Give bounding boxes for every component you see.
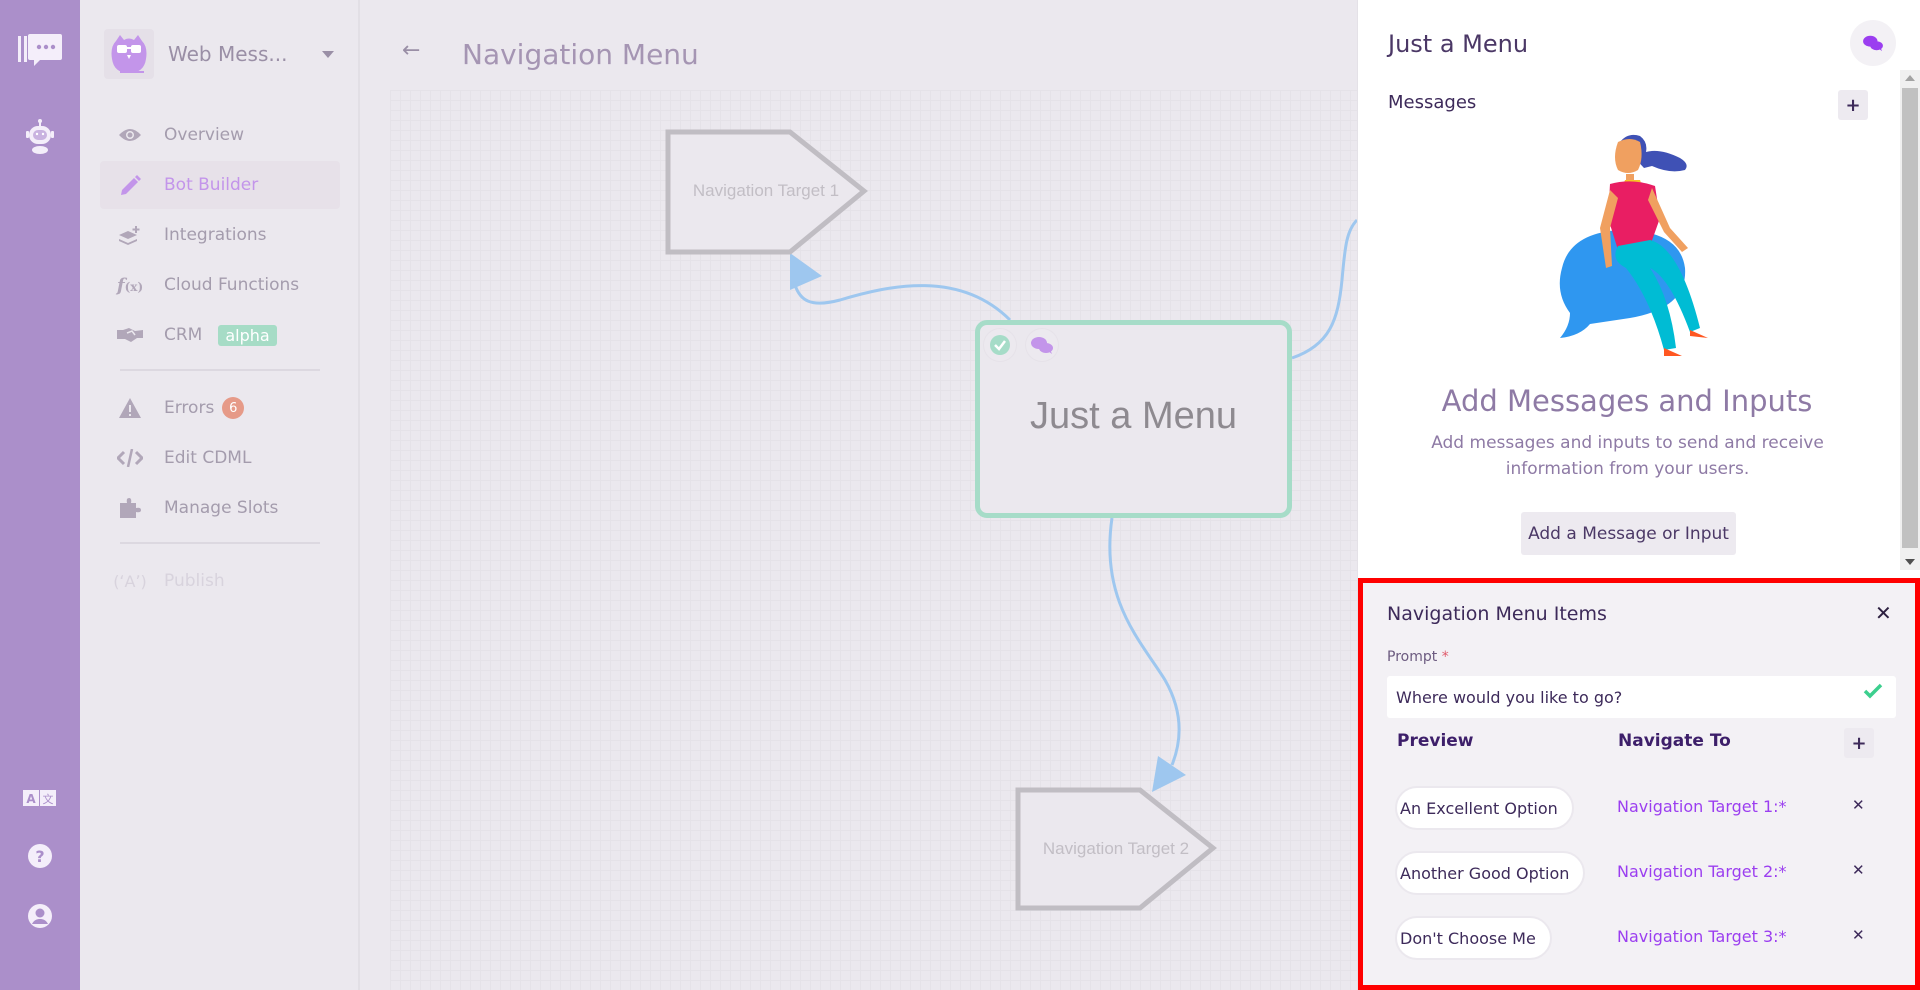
panel-title: Just a Menu	[1388, 30, 1529, 58]
sidebar-item-overview[interactable]: Overview	[100, 111, 340, 159]
delete-row-icon[interactable]: ✕	[1852, 861, 1865, 879]
delete-row-icon[interactable]: ✕	[1852, 926, 1865, 944]
back-arrow-icon[interactable]: ←	[402, 38, 420, 63]
broadcast-icon: (ʻAʼ)	[113, 571, 147, 591]
add-message-plus-button[interactable]: +	[1838, 90, 1868, 120]
delete-row-icon[interactable]: ✕	[1852, 796, 1865, 814]
errors-count-badge: 6	[222, 397, 245, 419]
sidebar-item-errors[interactable]: Errors 6	[100, 384, 340, 432]
sidebar-item-bot-builder[interactable]: Bot Builder	[100, 161, 340, 209]
valid-checkmark-icon	[1863, 683, 1883, 703]
nav-items-title: Navigation Menu Items	[1387, 603, 1607, 625]
sidebar-item-crm[interactable]: CRM alpha	[100, 311, 340, 359]
node-title: Just a Menu	[1030, 395, 1237, 437]
scroll-down-arrow-icon[interactable]	[1905, 559, 1915, 565]
navigate-target-link[interactable]: Navigation Target 1:*	[1617, 797, 1787, 816]
empty-state-title: Add Messages and Inputs	[1441, 384, 1813, 418]
messages-section-label: Messages	[1388, 92, 1477, 113]
sidebar-item-integrations[interactable]: Integrations	[100, 211, 340, 259]
navigate-target-link[interactable]: Navigation Target 2:*	[1617, 862, 1787, 881]
bot-name: Web Mess...	[168, 42, 288, 66]
chat-preview-button[interactable]	[1850, 20, 1896, 66]
sidebar-item-publish[interactable]: (ʻAʼ) Publish	[100, 557, 340, 605]
sidebar-divider	[120, 369, 320, 371]
chevron-down-icon[interactable]	[322, 50, 334, 58]
chat-logo-icon[interactable]	[0, 28, 80, 72]
woman-on-chat-bubble-illustration	[1559, 134, 1708, 356]
sidebar-item-edit-cdml[interactable]: Edit CDML	[100, 434, 340, 482]
svg-text:?: ?	[35, 847, 44, 866]
add-nav-item-button[interactable]: +	[1844, 728, 1874, 758]
add-message-or-input-button[interactable]: Add a Message or Input	[1521, 512, 1736, 555]
flow-canvas[interactable]	[390, 90, 1357, 990]
sidebar-item-manage-slots[interactable]: Manage Slots	[100, 484, 340, 532]
required-marker: *	[1441, 649, 1449, 665]
nav-item-row: An Excellent Option Navigation Target 1:…	[1387, 786, 1907, 834]
code-icon	[112, 449, 148, 467]
preview-pill[interactable]: Don't Choose Me	[1395, 916, 1552, 960]
messages-icon	[1026, 329, 1058, 361]
prompt-label-text: Prompt	[1387, 649, 1438, 665]
nav-item-row: Don't Choose Me Navigation Target 3:* ✕	[1387, 916, 1907, 964]
close-icon[interactable]: ✕	[1875, 601, 1892, 625]
prompt-label: Prompt *	[1387, 649, 1449, 665]
layers-plus-icon	[112, 225, 148, 245]
preview-column-header: Preview	[1397, 731, 1474, 751]
user-account-icon[interactable]	[0, 903, 80, 929]
prompt-input[interactable]	[1387, 676, 1896, 718]
chat-bubbles-icon	[1863, 35, 1883, 52]
node-just-a-menu[interactable]: Just a Menu	[975, 320, 1292, 518]
valid-check-icon	[984, 329, 1016, 361]
function-icon: f(x)	[116, 274, 144, 296]
canvas-header: ← Navigation Menu	[362, 0, 1357, 90]
icon-rail: A文 ?	[0, 0, 80, 990]
svg-text:文: 文	[43, 792, 54, 806]
sidebar-divider	[120, 542, 320, 544]
warning-icon	[112, 398, 148, 418]
handshake-icon	[112, 327, 148, 343]
eye-icon	[112, 127, 148, 143]
preview-pill[interactable]: Another Good Option	[1395, 851, 1586, 895]
pencil-icon	[112, 174, 148, 196]
owl-avatar-icon	[104, 29, 154, 79]
preview-pill[interactable]: An Excellent Option	[1395, 786, 1574, 830]
empty-state-description: Add messages and inputs to send and rece…	[1431, 433, 1824, 479]
panel-scrollbar[interactable]	[1900, 70, 1920, 570]
sidebar: Web Mess... Overview Bot Builder Integra…	[80, 0, 360, 990]
scrollbar-thumb[interactable]	[1902, 88, 1918, 548]
nav-item-row: Another Good Option Navigation Target 2:…	[1387, 851, 1907, 899]
help-icon[interactable]: ?	[0, 843, 80, 869]
puzzle-icon	[112, 497, 148, 519]
translate-icon[interactable]: A文	[0, 786, 80, 810]
bot-selector[interactable]: Web Mess...	[104, 26, 340, 82]
navigate-target-link[interactable]: Navigation Target 3:*	[1617, 927, 1787, 946]
sidebar-item-cloud-functions[interactable]: f(x) Cloud Functions	[100, 261, 340, 309]
page-title: Navigation Menu	[462, 38, 699, 71]
navigation-menu-items-editor: Navigation Menu Items ✕ Prompt * Preview…	[1358, 578, 1920, 990]
robot-icon[interactable]	[0, 116, 80, 156]
svg-text:A: A	[26, 792, 36, 806]
navigate-to-column-header: Navigate To	[1618, 731, 1731, 751]
scroll-up-arrow-icon[interactable]	[1905, 75, 1915, 81]
alpha-badge: alpha	[218, 324, 277, 346]
